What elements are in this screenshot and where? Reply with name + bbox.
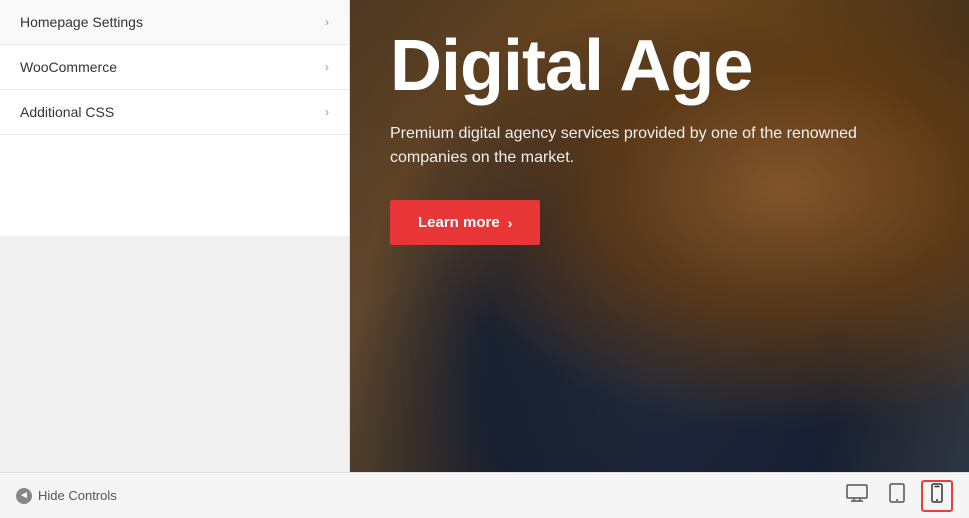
preview-content: Digital Age Premium digital agency servi… (350, 0, 969, 275)
sidebar-item-label-woocommerce: WooCommerce (20, 59, 117, 75)
learn-more-label: Learn more (418, 214, 500, 231)
tablet-view-button[interactable] (881, 480, 913, 512)
chevron-right-icon: › (325, 60, 329, 74)
hide-controls-label: Hide Controls (38, 488, 117, 503)
sidebar-menu: Homepage Settings › WooCommerce › Additi… (0, 0, 349, 236)
sidebar-empty-space (0, 236, 349, 472)
chevron-right-icon: › (325, 15, 329, 29)
tablet-icon (889, 483, 905, 508)
main-area: Homepage Settings › WooCommerce › Additi… (0, 0, 969, 472)
preview-subtitle: Premium digital agency services provided… (390, 122, 890, 170)
sidebar-item-homepage-settings[interactable]: Homepage Settings › (0, 0, 349, 45)
chevron-right-icon: › (508, 215, 513, 231)
hide-controls-arrow-icon: ◄ (16, 488, 32, 504)
sidebar-item-label-homepage: Homepage Settings (20, 14, 143, 30)
mobile-icon (931, 483, 943, 508)
mobile-view-button[interactable] (921, 480, 953, 512)
learn-more-button[interactable]: Learn more › (390, 200, 540, 245)
chevron-right-icon: › (325, 105, 329, 119)
desktop-view-button[interactable] (841, 480, 873, 512)
sidebar-item-label-css: Additional CSS (20, 104, 114, 120)
sidebar-item-additional-css[interactable]: Additional CSS › (0, 90, 349, 135)
desktop-icon (846, 484, 868, 507)
bottom-bar: ◄ Hide Controls (0, 472, 969, 518)
sidebar-item-woocommerce[interactable]: WooCommerce › (0, 45, 349, 90)
hide-controls-button[interactable]: ◄ Hide Controls (16, 488, 117, 504)
preview-area: Digital Age Premium digital agency servi… (350, 0, 969, 472)
preview-title: Digital Age (390, 30, 929, 102)
sidebar: Homepage Settings › WooCommerce › Additi… (0, 0, 350, 472)
